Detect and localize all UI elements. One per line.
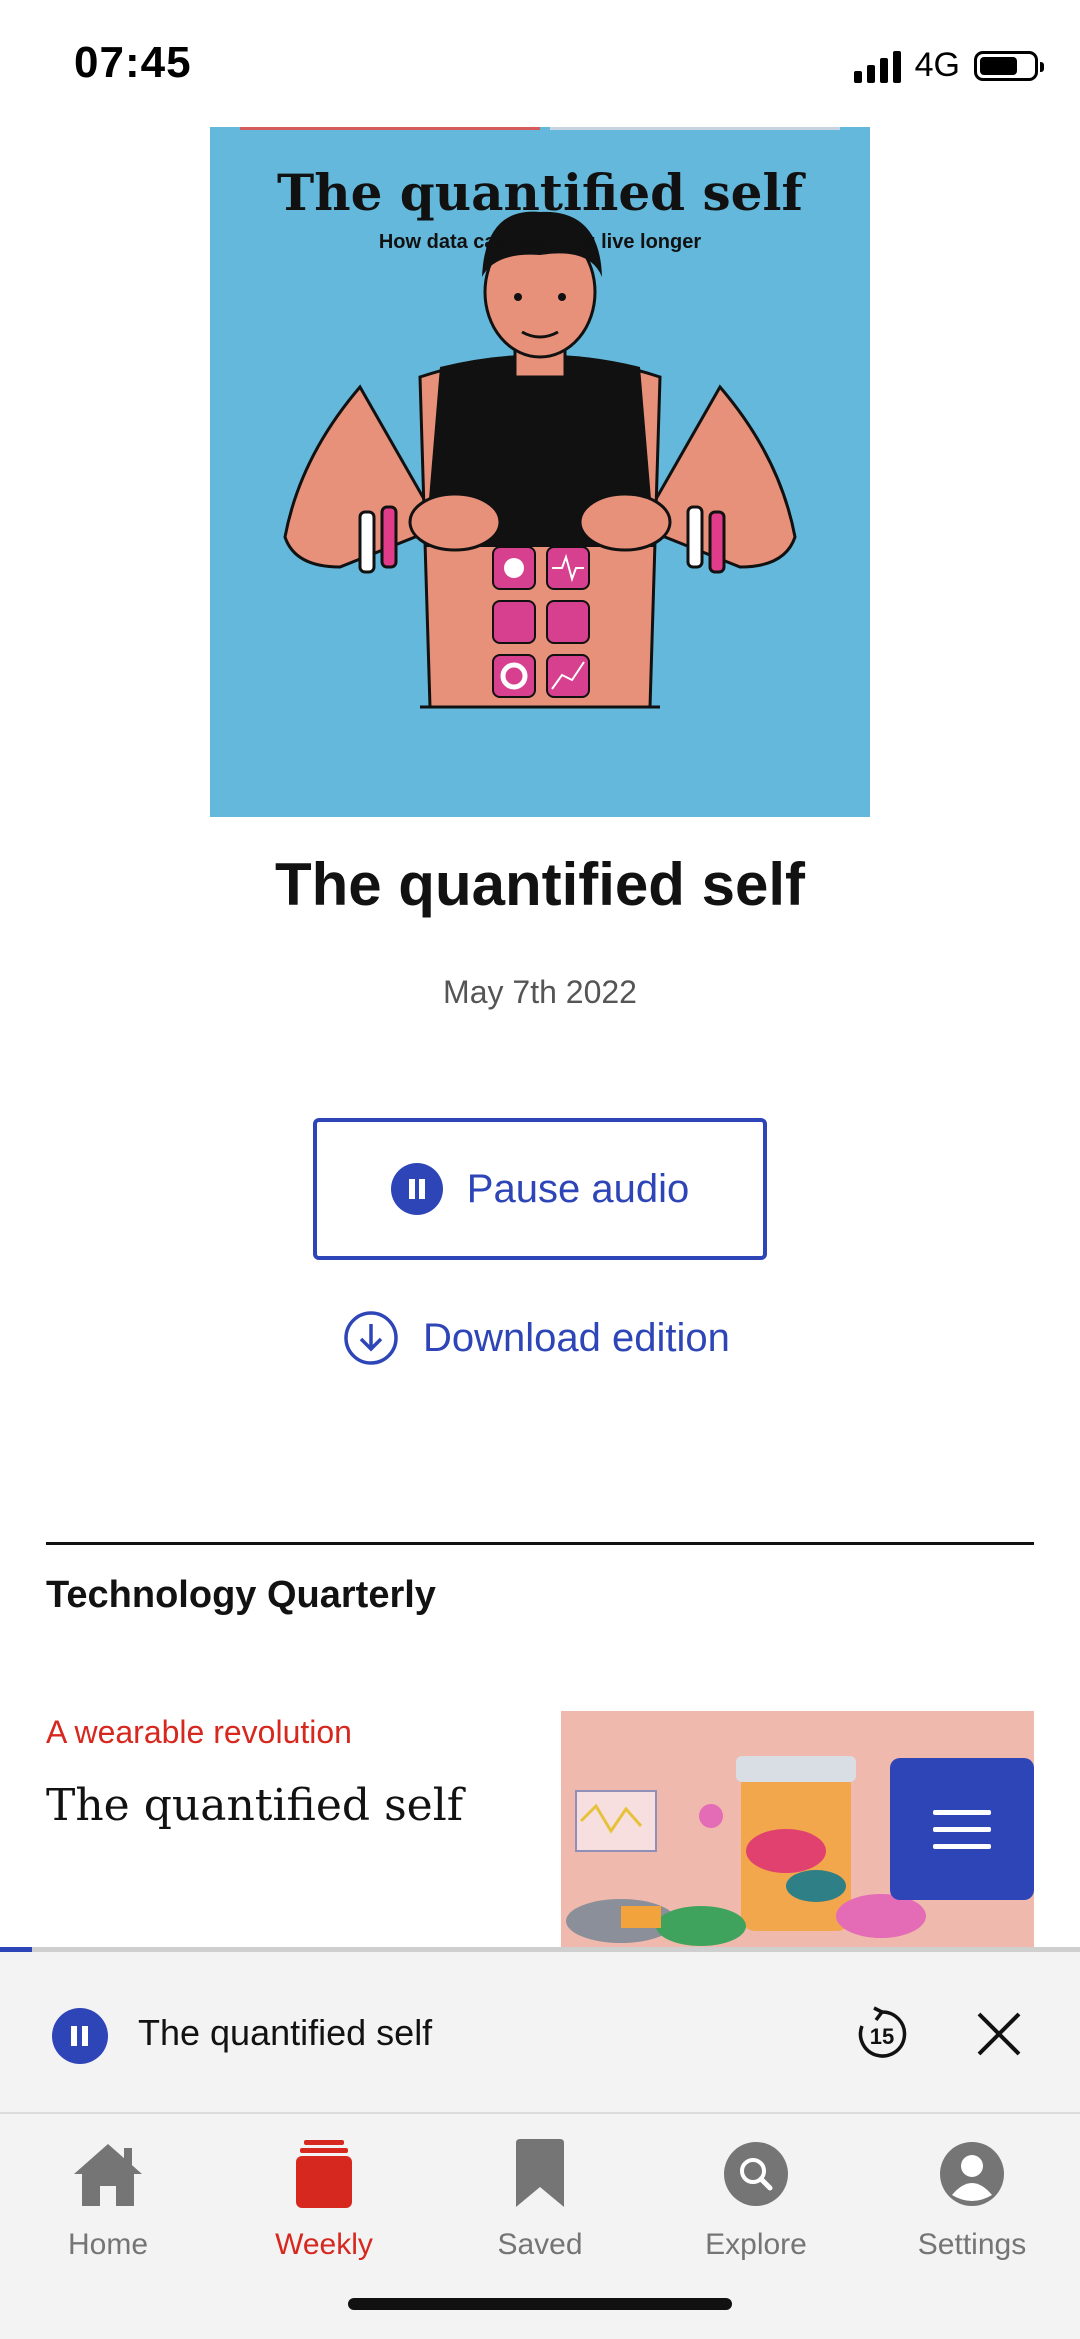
tab-weekly-label: Weekly	[275, 2228, 373, 2261]
mini-player-title: The quantified self	[138, 2012, 433, 2053]
section-title: Technology Quarterly	[46, 1574, 436, 1616]
download-edition-button[interactable]: Download edition	[343, 1310, 730, 1366]
pause-audio-label: Pause audio	[466, 1166, 690, 1211]
download-edition-label: Download edition	[423, 1315, 730, 1360]
close-icon[interactable]	[975, 2010, 1023, 2058]
tab-explore[interactable]: Explore	[676, 2134, 836, 2262]
network-type: 4G	[914, 46, 960, 84]
rewind-15-icon[interactable]: 15	[852, 2004, 912, 2064]
signal-icon	[853, 49, 901, 83]
tab-saved-label: Saved	[497, 2228, 583, 2261]
weekly-icon	[296, 2140, 352, 2208]
battery-icon	[974, 50, 1044, 81]
download-icon	[344, 1311, 398, 1365]
home-indicator	[348, 2298, 732, 2310]
article-rubric: A wearable revolution	[46, 1714, 352, 1750]
article-headline: The quantified self	[46, 1780, 464, 1831]
tab-explore-label: Explore	[705, 2228, 807, 2261]
cover-title: The quantified self	[277, 163, 803, 222]
mini-player[interactable]: The quantified self 15	[0, 1952, 1080, 2114]
user-icon	[940, 2142, 1004, 2206]
edition-cover[interactable]: The quantified self How data can help yo…	[210, 127, 870, 817]
status-bar: 07:45 4G	[0, 0, 1080, 128]
status-time: 07:45	[74, 38, 192, 87]
tab-settings[interactable]: Settings	[892, 2134, 1052, 2262]
tab-home[interactable]: Home	[28, 2134, 188, 2262]
tab-settings-label: Settings	[917, 2228, 1027, 2261]
bookmark-icon	[516, 2139, 564, 2207]
search-icon	[724, 2142, 788, 2206]
status-indicators: 4G	[853, 46, 1044, 85]
mini-pause-button[interactable]	[52, 2008, 108, 2064]
section-divider	[46, 1542, 1034, 1545]
menu-button[interactable]	[890, 1758, 1034, 1900]
tab-weekly[interactable]: Weekly	[244, 2134, 404, 2262]
rewind-seconds: 15	[870, 2024, 894, 2049]
menu-icon-line	[933, 1826, 991, 1832]
tab-home-label: Home	[67, 2228, 149, 2261]
pause-icon	[390, 1163, 443, 1215]
pause-audio-button[interactable]: Pause audio	[313, 1118, 767, 1260]
menu-icon-line	[933, 1809, 991, 1815]
menu-icon-line	[933, 1843, 991, 1849]
edition-title: The quantified self	[274, 851, 806, 918]
home-icon	[74, 2144, 142, 2206]
edition-date: May 7th 2022	[443, 974, 637, 1010]
cover-subtitle: How data can help you live longer	[378, 231, 702, 253]
tab-saved[interactable]: Saved	[460, 2134, 620, 2262]
